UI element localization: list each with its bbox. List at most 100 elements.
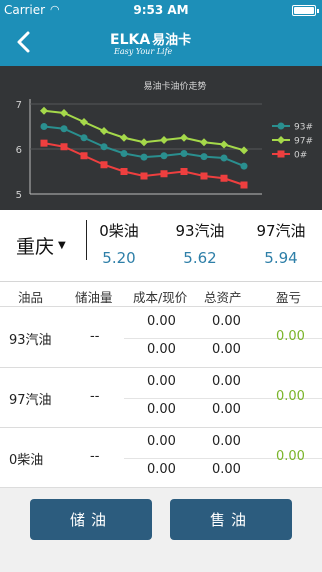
price-value: 0.00 [147, 462, 176, 477]
data-point [160, 136, 168, 144]
cost-value: 0.00 [147, 374, 176, 389]
profit-value: 0.00 [276, 329, 305, 344]
logo-cn-text: 易油卡 [152, 33, 192, 48]
data-point [100, 127, 108, 135]
current-prices: 重庆 ▼ 0柴油 5.20 93汽油 5.62 97汽油 5.94 [0, 210, 322, 282]
y-tick-label: 7 [16, 100, 22, 111]
assets-value: 0.00 [212, 342, 241, 357]
table-row[interactable]: 93汽油 -- 0.00 0.00 0.00 0.00 0.00 [0, 308, 322, 368]
data-point [120, 150, 128, 157]
legend-marker [277, 150, 285, 158]
data-point [40, 139, 48, 147]
data-point [200, 138, 208, 147]
app-logo: ELKA 易油卡 Easy Your Life [110, 29, 220, 59]
header-stock: 储油量 [75, 290, 113, 305]
city-selector[interactable]: 重庆 ▼ [16, 232, 66, 259]
price-gas-93: 93汽油 5.62 [165, 220, 235, 267]
data-point [140, 153, 148, 161]
cost-value: 0.00 [147, 434, 176, 449]
data-point [60, 143, 68, 151]
data-point [80, 134, 88, 142]
data-point [160, 170, 168, 178]
data-point [180, 150, 188, 157]
data-point [100, 161, 108, 169]
assets-value: 0.00 [212, 374, 241, 389]
data-point [140, 138, 148, 147]
price-value: 5.94 [264, 249, 298, 267]
data-point [80, 152, 88, 160]
legend-marker [277, 122, 285, 130]
clock: 9:53 AM [133, 3, 189, 17]
stock-value: -- [90, 449, 100, 464]
back-arrow-icon[interactable] [10, 27, 40, 57]
data-point [240, 162, 248, 170]
stock-value: -- [90, 389, 100, 404]
holdings-table-header: 油品 储油量 成本/现价 总资产 盈亏 [0, 283, 322, 307]
price-value: 0.00 [147, 342, 176, 357]
status-bar: Carrier ◠ 9:53 AM [0, 0, 322, 20]
data-point [80, 118, 88, 126]
data-point [160, 152, 168, 160]
assets-value: 0.00 [212, 434, 241, 449]
legend-label: 0# [294, 151, 307, 161]
chart-svg: 易油卡油价走势 7 6 5 93# 97# 0# [16, 80, 313, 201]
data-point [40, 106, 48, 115]
data-point [140, 172, 148, 180]
header-assets: 总资产 [204, 290, 242, 305]
price-value: 0.00 [147, 402, 176, 417]
y-tick-label: 6 [16, 145, 22, 156]
chart-title: 易油卡油价走势 [143, 80, 206, 92]
profit-value: 0.00 [276, 449, 305, 464]
assets-value: 0.00 [212, 402, 241, 417]
legend-marker [277, 136, 285, 144]
price-value: 5.20 [102, 249, 136, 267]
price-name: 97汽油 [256, 222, 306, 240]
price-gas-97: 97汽油 5.94 [246, 220, 316, 267]
data-point [220, 154, 228, 162]
stock-value: -- [90, 329, 100, 344]
logo-tagline: Easy Your Life [114, 47, 173, 56]
city-label: 重庆 [16, 236, 55, 258]
data-point [240, 146, 248, 155]
header-cost-price: 成本/现价 [133, 290, 188, 305]
data-point [200, 153, 208, 161]
y-tick-label: 5 [16, 190, 22, 201]
price-value: 5.62 [183, 249, 217, 267]
logo-text: ELKA [110, 32, 151, 48]
header-profit: 盈亏 [276, 290, 302, 305]
data-point [180, 168, 188, 175]
battery-fill [294, 7, 314, 14]
price-name: 0柴油 [99, 222, 139, 240]
data-point [200, 172, 208, 180]
data-point [240, 181, 248, 189]
data-point [220, 140, 228, 149]
cost-value: 0.00 [147, 314, 176, 329]
data-point [120, 133, 128, 142]
header-fuel: 油品 [18, 290, 44, 305]
profit-value: 0.00 [276, 389, 305, 404]
price-trend-chart: 易油卡油价走势 7 6 5 93# 97# 0# [0, 66, 322, 210]
store-oil-button[interactable]: 储油 [30, 499, 152, 540]
nav-bar: ELKA 易油卡 Easy Your Life [0, 20, 322, 66]
dropdown-caret-icon: ▼ [58, 240, 66, 251]
fuel-name: 97汽油 [9, 393, 52, 408]
legend-label: 97# [294, 137, 313, 147]
assets-value: 0.00 [212, 462, 241, 477]
assets-value: 0.00 [212, 314, 241, 329]
data-point [60, 109, 68, 117]
battery-icon [292, 5, 319, 16]
price-diesel-0: 0柴油 5.20 [84, 220, 154, 267]
table-row[interactable]: 97汽油 -- 0.00 0.00 0.00 0.00 0.00 [0, 368, 322, 428]
sell-oil-button[interactable]: 售油 [170, 499, 292, 540]
table-row[interactable]: 0柴油 -- 0.00 0.00 0.00 0.00 0.00 [0, 428, 322, 488]
data-point [180, 133, 188, 142]
data-point [60, 125, 68, 133]
data-point [100, 143, 108, 151]
data-point [40, 123, 48, 130]
legend-label: 93# [294, 123, 313, 133]
fuel-name: 0柴油 [9, 453, 44, 468]
action-footer: 储油 售油 [0, 488, 322, 572]
fuel-name: 93汽油 [9, 333, 52, 348]
price-name: 93汽油 [175, 222, 225, 240]
data-point [220, 174, 228, 182]
